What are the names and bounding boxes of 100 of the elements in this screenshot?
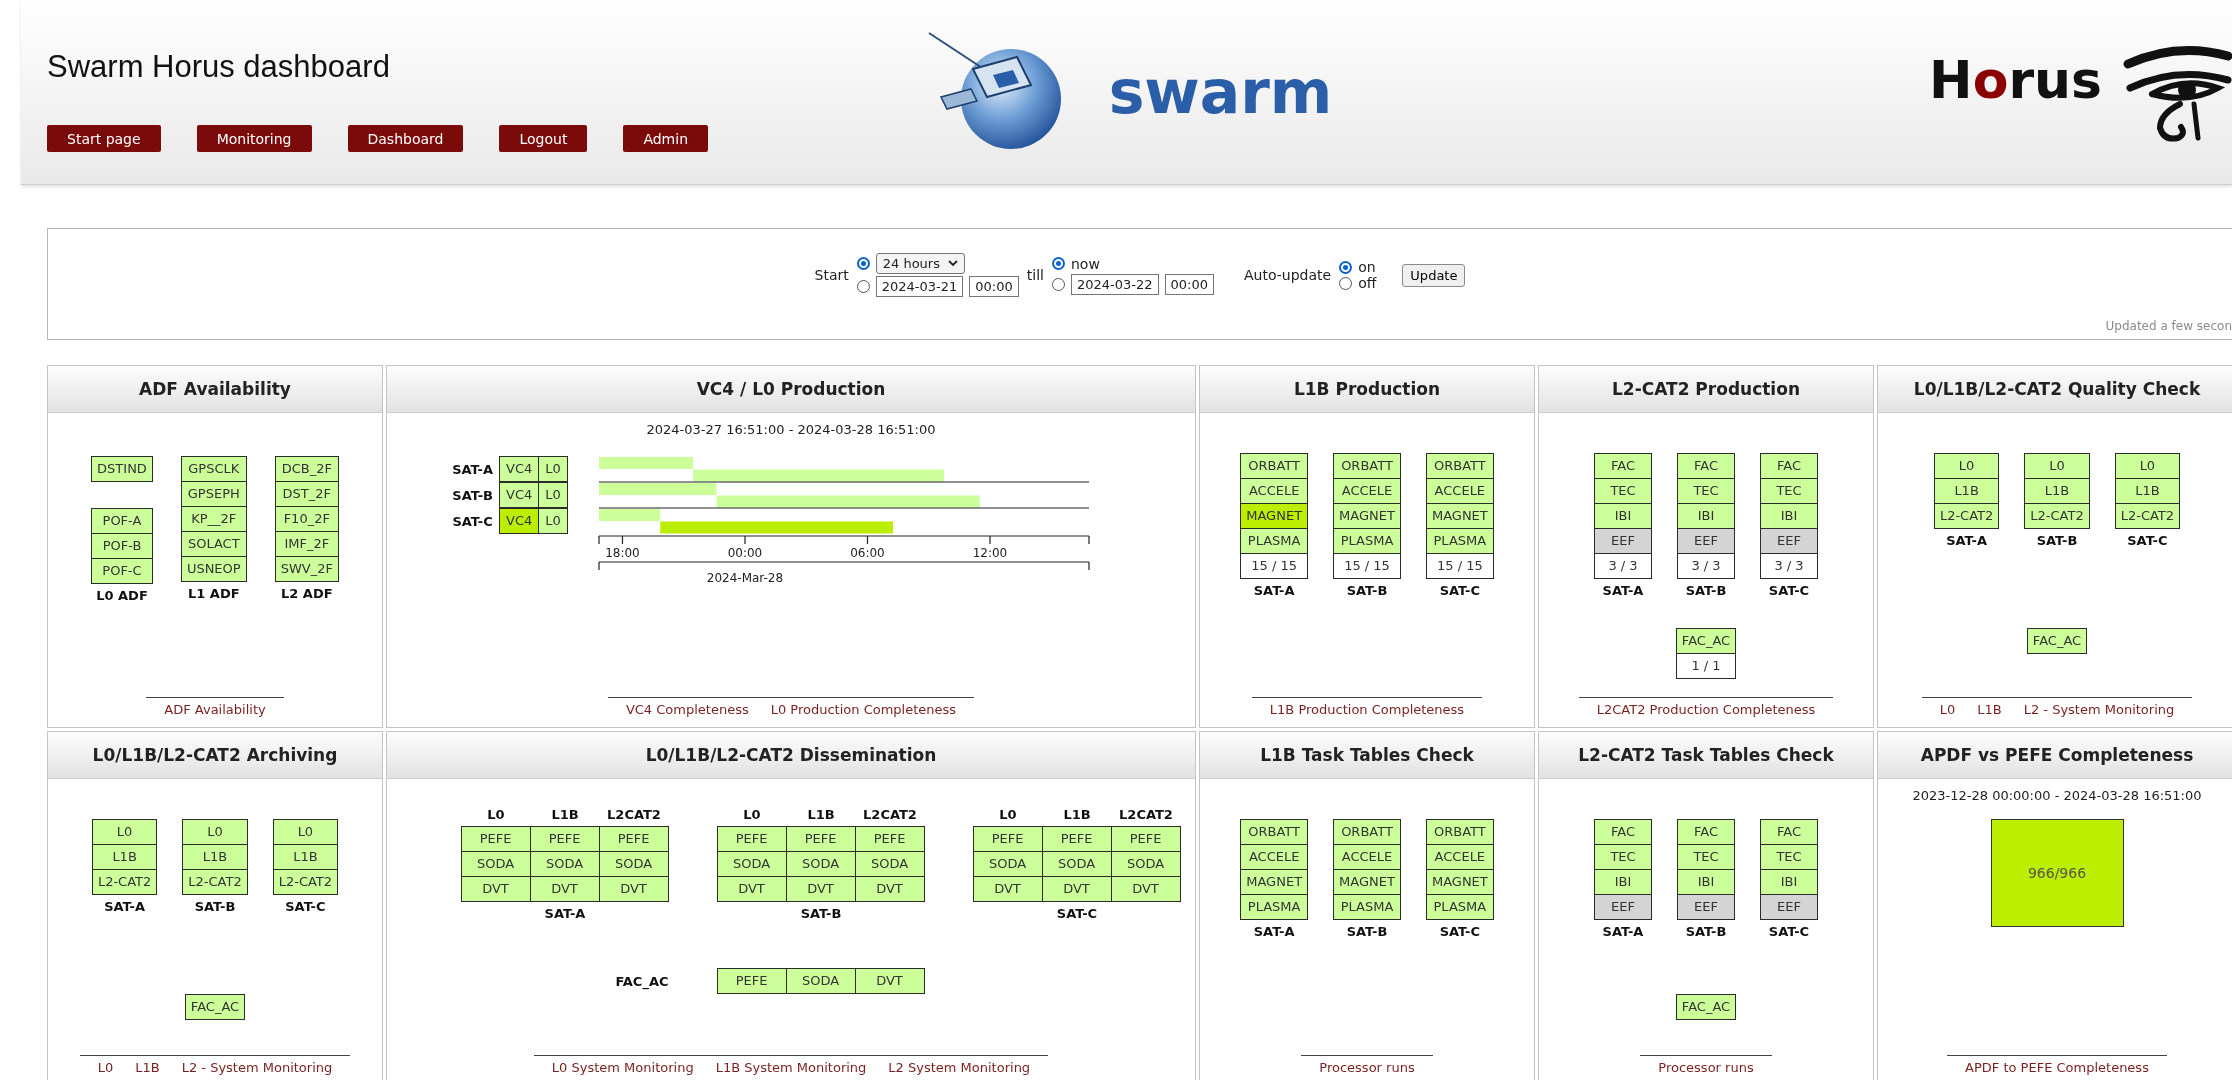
satellite-label: SAT-C bbox=[284, 899, 327, 914]
nav-button[interactable]: Logout bbox=[499, 125, 588, 152]
status-cell: IBI bbox=[1594, 869, 1652, 895]
axis-label: 00:00 bbox=[727, 546, 763, 560]
status-cell: EEF bbox=[1594, 894, 1652, 920]
status-cell: ACCELE bbox=[1425, 844, 1494, 870]
column-header: L2CAT2 bbox=[1118, 807, 1174, 824]
radio-button[interactable] bbox=[1051, 277, 1065, 291]
status-cell: L0 bbox=[538, 456, 568, 482]
status-cell: L2-CAT2 bbox=[91, 869, 158, 895]
update-button[interactable]: Update bbox=[1402, 263, 1466, 287]
status-cell: SODA bbox=[716, 851, 787, 877]
radio-button[interactable] bbox=[1051, 257, 1065, 270]
footer-link[interactable]: L0 bbox=[97, 1060, 114, 1075]
footer-link[interactable]: Processor runs bbox=[1319, 1060, 1415, 1075]
status-cell: L0 bbox=[538, 507, 568, 534]
status-cell: DVT bbox=[460, 876, 531, 902]
radio-button[interactable] bbox=[1339, 260, 1353, 274]
status-cell: 15 / 15 bbox=[1333, 553, 1401, 579]
status-cell: DVT bbox=[716, 876, 787, 902]
satellite-label: SAT-C bbox=[452, 513, 494, 529]
status-cell: L1B bbox=[272, 844, 339, 870]
satellite-label: SAT-C bbox=[1438, 924, 1481, 939]
status-cell: L2-CAT2 bbox=[272, 869, 339, 895]
status-cell: L2-CAT2 bbox=[2024, 503, 2090, 529]
status-cell: DVT bbox=[854, 968, 925, 994]
satellite-label: SAT-A bbox=[1601, 583, 1645, 598]
completeness-cell: 966/966 bbox=[1990, 819, 2124, 927]
footer-link[interactable]: L2 - System Monitoring bbox=[181, 1060, 333, 1075]
status-cell: TEC bbox=[1594, 844, 1652, 870]
footer-link[interactable]: L1B bbox=[1977, 702, 2002, 717]
axis-label: 2024-Mar-28 bbox=[706, 571, 783, 585]
status-cell: L0 bbox=[182, 819, 248, 845]
status-cell: FAC bbox=[1677, 453, 1735, 479]
status-cell: FAC_AC bbox=[1675, 994, 1737, 1020]
status-cell: POF-B bbox=[91, 533, 153, 559]
panel-header: L2-CAT2 Production bbox=[1539, 366, 1873, 413]
footer-link[interactable]: L0 bbox=[1939, 702, 1956, 717]
status-cell: EEF bbox=[1760, 528, 1818, 554]
column-header: L1B bbox=[550, 807, 580, 824]
status-cell: FAC bbox=[1760, 819, 1818, 845]
radio-button[interactable] bbox=[856, 280, 870, 293]
nav-button[interactable]: Start page bbox=[47, 125, 161, 152]
footer-link[interactable]: L2 System Monitoring bbox=[888, 1060, 1031, 1075]
nav-button[interactable]: Monitoring bbox=[196, 125, 312, 152]
panel-header: L0/L1B/L2-CAT2 Quality Check bbox=[1878, 366, 2232, 413]
footer-link[interactable]: L2CAT2 Production Completeness bbox=[1596, 702, 1816, 717]
status-cell: PLASMA bbox=[1333, 894, 1401, 920]
status-cell: FAC bbox=[1594, 819, 1652, 845]
date-range: 2023-12-28 00:00:00 - 2024-03-28 16:51:00 bbox=[1912, 788, 2202, 803]
satellite-label: SAT-A bbox=[1252, 924, 1296, 939]
status-cell: SWV_2F bbox=[274, 556, 339, 582]
footer-link[interactable]: Processor runs bbox=[1658, 1060, 1754, 1075]
footer-link[interactable]: ADF Availability bbox=[164, 702, 266, 717]
column-label: L2 ADF bbox=[280, 586, 334, 601]
status-cell: L0 bbox=[1933, 453, 2000, 479]
option-label: off bbox=[1358, 275, 1377, 291]
status-cell: DVT bbox=[1110, 876, 1181, 902]
date-field[interactable]: 2024-03-21 bbox=[875, 276, 964, 297]
time-field[interactable]: 00:00 bbox=[969, 276, 1019, 297]
status-cell: 3 / 3 bbox=[1760, 553, 1818, 579]
range-select[interactable]: 24 hours bbox=[875, 253, 965, 274]
footer-link[interactable]: L2 - System Monitoring bbox=[2023, 702, 2175, 717]
status-cell: DCB_2F bbox=[274, 456, 339, 482]
footer-link[interactable]: APDF to PEFE Completeness bbox=[1965, 1060, 2149, 1075]
status-cell: SODA bbox=[854, 851, 925, 877]
radio-button[interactable] bbox=[856, 257, 870, 270]
date-field[interactable]: 2024-03-22 bbox=[1070, 273, 1159, 295]
nav-button[interactable]: Admin bbox=[623, 125, 709, 152]
logo-text: swarm bbox=[1108, 57, 1333, 127]
footer-link[interactable]: L1B System Monitoring bbox=[715, 1060, 867, 1075]
status-cell: PEFE bbox=[460, 826, 531, 852]
panel-header: ADF Availability bbox=[48, 366, 382, 413]
footer-link[interactable]: L1B Production Completeness bbox=[1269, 702, 1465, 717]
status-cell: SOLACT bbox=[180, 531, 247, 557]
satellite-label: SAT-A bbox=[1601, 924, 1645, 939]
nav-button[interactable]: Dashboard bbox=[347, 125, 464, 152]
status-cell: GPSCLK bbox=[180, 456, 247, 482]
footer-link[interactable]: VC4 Completeness bbox=[625, 702, 749, 717]
status-cell: L1B bbox=[2114, 478, 2181, 504]
status-cell: FAC_AC bbox=[1675, 628, 1737, 654]
status-cell: L2-CAT2 bbox=[2114, 503, 2181, 529]
status-cell: L0 bbox=[538, 481, 568, 508]
status-cell: L0 bbox=[91, 819, 158, 845]
radio-button[interactable] bbox=[1339, 276, 1353, 290]
status-cell: DST_2F bbox=[274, 481, 339, 507]
status-cell: 3 / 3 bbox=[1594, 553, 1652, 579]
status-cell: POF-A bbox=[91, 508, 153, 534]
status-cell: DVT bbox=[1041, 876, 1112, 902]
status-cell: L0 bbox=[2024, 453, 2090, 479]
status-cell: ORBATT bbox=[1425, 453, 1494, 479]
panel-header: L2-CAT2 Task Tables Check bbox=[1539, 732, 1873, 779]
time-field[interactable]: 00:00 bbox=[1164, 273, 1214, 295]
status-cell: VC4 bbox=[499, 507, 540, 534]
footer-link[interactable]: L0 System Monitoring bbox=[551, 1060, 694, 1075]
status-cell: USNEOP bbox=[180, 556, 247, 582]
footer-link[interactable]: L0 Production Completeness bbox=[770, 702, 957, 717]
status-cell: MAGNET bbox=[1425, 503, 1494, 529]
column-header: L0 bbox=[998, 807, 1018, 824]
footer-link[interactable]: L1B bbox=[135, 1060, 160, 1075]
